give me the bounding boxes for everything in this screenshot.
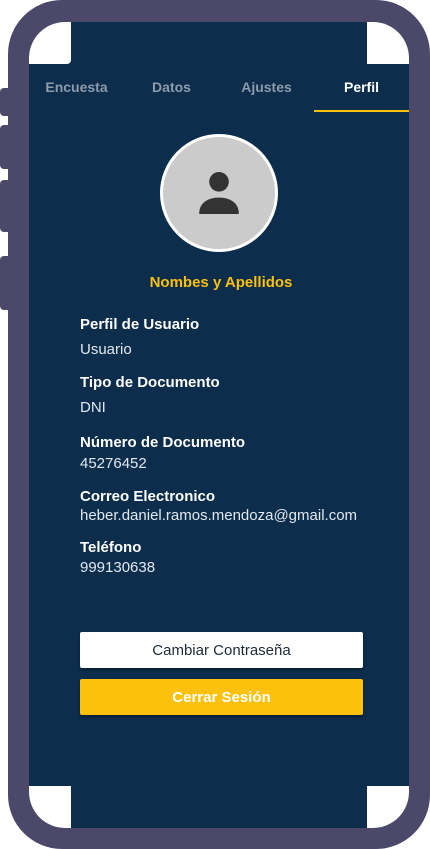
tab-encuesta[interactable]: Encuesta — [29, 64, 124, 110]
tab-perfil[interactable]: Perfil — [314, 64, 409, 112]
field-perfil-usuario: Perfil de Usuario Usuario — [80, 316, 400, 359]
logout-button[interactable]: Cerrar Sesión — [80, 679, 363, 715]
field-value: DNI — [80, 399, 106, 416]
person-icon — [199, 172, 239, 214]
profile-name: Nombes y Apellidos — [149, 274, 293, 291]
field-label: Tipo de Documento — [80, 374, 220, 391]
screen-corner — [367, 22, 409, 64]
field-label: Correo Electronico — [80, 488, 216, 505]
screen-corner — [367, 786, 409, 828]
field-value: heber.daniel.ramos.mendoza@gmail.com — [80, 507, 358, 524]
field-numero-documento: Número de Documento 45276452 — [80, 434, 400, 473]
tab-bar: Encuesta Datos Ajustes Perfil — [29, 64, 409, 112]
field-correo-electronico: Correo Electronico heber.daniel.ramos.me… — [80, 488, 400, 525]
phone-side-button — [0, 88, 10, 116]
screen-corner — [29, 22, 71, 64]
field-tipo-documento: Tipo de Documento DNI — [80, 374, 400, 417]
tab-datos[interactable]: Datos — [124, 64, 219, 110]
field-value: Usuario — [80, 341, 132, 358]
field-label: Teléfono — [80, 539, 142, 556]
field-label: Perfil de Usuario — [80, 316, 200, 333]
avatar — [160, 134, 278, 252]
screen-corner — [29, 786, 71, 828]
field-value: 999130638 — [80, 559, 156, 576]
phone-side-button — [0, 125, 10, 169]
field-telefono: Teléfono 999130638 — [80, 539, 400, 577]
tab-ajustes[interactable]: Ajustes — [219, 64, 314, 110]
app-screen: Encuesta Datos Ajustes Perfil Nombes y A… — [29, 22, 409, 828]
phone-side-button — [0, 180, 10, 232]
field-label: Número de Documento — [80, 434, 246, 451]
field-value: 45276452 — [80, 455, 147, 472]
change-password-button[interactable]: Cambiar Contraseña — [80, 632, 363, 668]
phone-side-button — [0, 256, 10, 310]
